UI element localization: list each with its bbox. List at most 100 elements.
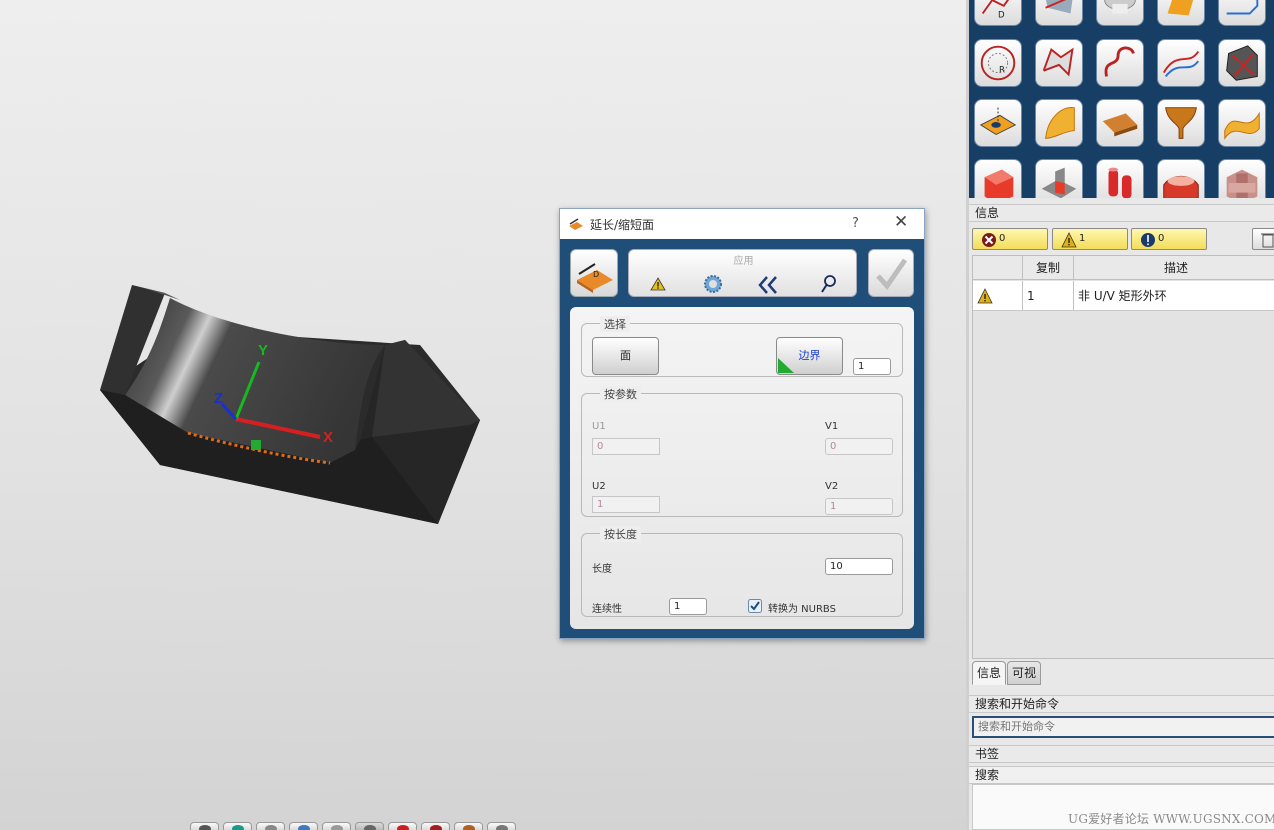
u1-field[interactable]: 0 bbox=[592, 438, 660, 455]
trash-icon bbox=[1261, 233, 1274, 248]
column-header-copy[interactable]: 复制 bbox=[1023, 256, 1074, 280]
boundary-curve-icon[interactable] bbox=[1035, 39, 1083, 87]
length-label: 长度 bbox=[592, 564, 612, 575]
pin-red-button[interactable] bbox=[388, 822, 417, 830]
circle-radius-icon[interactable]: R bbox=[974, 39, 1022, 87]
view-toolbar bbox=[190, 822, 516, 830]
edit-tool-button[interactable] bbox=[256, 822, 285, 830]
error-icon bbox=[982, 233, 996, 247]
selected-corner-icon bbox=[778, 358, 794, 373]
by-params-group-title: 按参数 bbox=[600, 386, 641, 402]
v2-field[interactable]: 1 bbox=[825, 498, 893, 515]
y-axis-label: Y bbox=[258, 342, 269, 359]
bookmarks-header: 书签 bbox=[969, 745, 1274, 763]
pin-dark-button[interactable] bbox=[421, 822, 450, 830]
clear-messages-button[interactable] bbox=[1252, 228, 1274, 250]
face-button[interactable]: 面 bbox=[592, 337, 659, 375]
table-row-copy-cell[interactable]: 1 bbox=[1023, 281, 1074, 311]
u2-field[interactable]: 1 bbox=[592, 496, 660, 513]
trumpet-surface-icon[interactable] bbox=[1157, 99, 1205, 147]
origin-marker bbox=[251, 440, 261, 450]
v1-field[interactable]: 0 bbox=[825, 438, 893, 455]
dialog-titlebar[interactable]: 延长/缩短面 bbox=[560, 209, 924, 239]
column-header-icon[interactable] bbox=[973, 256, 1023, 280]
v1-label: V1 bbox=[825, 421, 839, 432]
x-axis-label: X bbox=[323, 429, 334, 446]
warning-icon[interactable] bbox=[647, 272, 669, 294]
v2-label: V2 bbox=[825, 481, 839, 492]
warning-icon bbox=[977, 288, 993, 304]
corner-curve-icon[interactable] bbox=[1218, 0, 1266, 26]
fillet-face-icon[interactable] bbox=[1035, 0, 1083, 26]
layout-tool-button[interactable] bbox=[487, 822, 516, 830]
bent-surface-icon[interactable] bbox=[1035, 99, 1083, 147]
dialog-body: 选择 面 边界 1 按参数 U1 0 V1 0 U2 1 V2 1 按长度 长度… bbox=[570, 307, 914, 629]
by-length-group-title: 按长度 bbox=[600, 526, 641, 542]
length-field[interactable]: 10 bbox=[825, 558, 893, 575]
action-strip: 应用 bbox=[628, 249, 857, 297]
u2-label: U2 bbox=[592, 481, 606, 492]
error-filter-button[interactable]: 0 bbox=[972, 228, 1048, 250]
apply-label: 应用 bbox=[733, 256, 754, 267]
warning-icon bbox=[1061, 232, 1077, 248]
brush-tool-button[interactable] bbox=[454, 822, 483, 830]
double-chevron-left-icon[interactable] bbox=[757, 272, 779, 294]
ruled-surface-icon[interactable] bbox=[1096, 99, 1144, 147]
continuity-label: 连续性 bbox=[592, 604, 622, 615]
boundary-button[interactable]: 边界 bbox=[776, 337, 843, 375]
step-block-icon[interactable] bbox=[1035, 159, 1083, 198]
extend-face-icon bbox=[569, 218, 583, 230]
close-button[interactable]: ✕ bbox=[894, 213, 908, 231]
dialog-toolbar: D 应用 bbox=[560, 239, 924, 302]
help-button[interactable]: ? bbox=[852, 216, 859, 231]
tab-visual[interactable]: 可视 bbox=[1007, 661, 1042, 685]
hollow-block-icon[interactable] bbox=[1218, 159, 1266, 198]
tab-info[interactable]: 信息 bbox=[972, 661, 1007, 685]
sweep-curve-icon[interactable] bbox=[1157, 39, 1205, 87]
column-header-description[interactable]: 描述 bbox=[1074, 256, 1274, 280]
curve-on-face-icon[interactable]: D bbox=[974, 0, 1022, 26]
glasses-tool-button[interactable] bbox=[355, 822, 384, 830]
table-row-description-cell[interactable]: 非 U/V 矩形外环 bbox=[1074, 281, 1274, 311]
checkmark-icon bbox=[876, 258, 908, 291]
surface-blend-icon[interactable] bbox=[1096, 0, 1144, 26]
offset-face-icon[interactable] bbox=[974, 99, 1022, 147]
search-section-header: 搜索 bbox=[969, 766, 1274, 784]
svg-text:D: D bbox=[593, 270, 599, 279]
magnifier-icon[interactable] bbox=[817, 272, 839, 294]
surface-patch-icon[interactable] bbox=[1157, 0, 1205, 26]
selection-count-field[interactable]: 1 bbox=[853, 358, 891, 375]
warning-filter-button[interactable]: 1 bbox=[1052, 228, 1128, 250]
selection-group-title: 选择 bbox=[600, 316, 630, 332]
by-length-group: 按长度 长度 10 连续性 1 转换为 NURBS bbox=[581, 526, 903, 617]
curve-tool-button[interactable] bbox=[289, 822, 318, 830]
table-row-icon-cell[interactable] bbox=[973, 281, 1023, 311]
continuity-field[interactable]: 1 bbox=[669, 598, 707, 615]
freeform-surface-icon[interactable] bbox=[1218, 99, 1266, 147]
convert-nurbs-checkbox[interactable] bbox=[748, 599, 762, 613]
warning-count: 1 bbox=[1079, 233, 1086, 244]
spline-curve-icon[interactable] bbox=[1096, 39, 1144, 87]
info-count: 0 bbox=[1158, 233, 1165, 244]
watermark-text: UG爱好者论坛 WWW.UGSNX.COM bbox=[1068, 812, 1274, 826]
gear-icon[interactable] bbox=[702, 272, 724, 294]
mode-select-button[interactable]: D bbox=[570, 249, 618, 297]
by-params-group: 按参数 U1 0 V1 0 U2 1 V2 1 bbox=[581, 386, 903, 517]
search-command-input[interactable] bbox=[972, 716, 1274, 738]
cylinder-pins-icon[interactable] bbox=[1096, 159, 1144, 198]
info-filter-button[interactable]: 0 bbox=[1131, 228, 1207, 250]
extend-face-icon: D bbox=[577, 263, 613, 293]
svg-text:R: R bbox=[999, 66, 1005, 76]
search-command-header: 搜索和开始命令 bbox=[969, 695, 1274, 713]
view-cube-button[interactable] bbox=[190, 822, 219, 830]
solid-block-icon[interactable] bbox=[974, 159, 1022, 198]
dialog-title: 延长/缩短面 bbox=[590, 217, 655, 232]
box-frame-icon[interactable] bbox=[1218, 39, 1266, 87]
shading-button[interactable] bbox=[223, 822, 252, 830]
resource-panel: D R 信息 0 1 0 复制 描述 1 非 U/V 矩形外环 信息 可视 搜索和… bbox=[966, 0, 1274, 830]
ok-button[interactable] bbox=[868, 249, 914, 297]
flange-icon[interactable] bbox=[1157, 159, 1205, 198]
info-table: 复制 描述 1 非 U/V 矩形外环 bbox=[972, 255, 1274, 659]
svg-text:D: D bbox=[998, 10, 1005, 20]
sketch-tool-button[interactable] bbox=[322, 822, 351, 830]
